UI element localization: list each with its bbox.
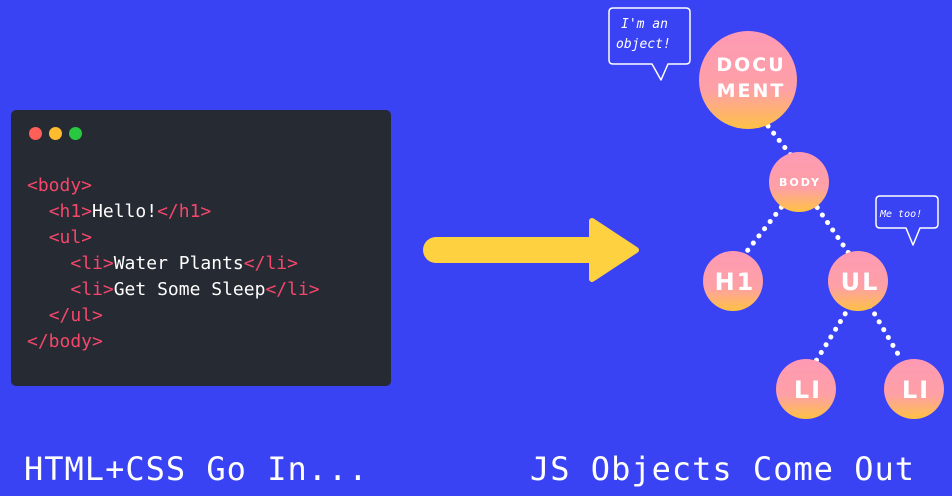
- speech-bubble-ul: Me too!: [875, 195, 939, 246]
- svg-text:object!: object!: [616, 37, 671, 52]
- node-h1: H1: [703, 251, 763, 311]
- caption-right: JS Objects Come Out: [530, 450, 916, 488]
- edge-ul-li-right: [867, 303, 905, 364]
- edge-body-ul: [809, 197, 853, 258]
- edge-document-body: [765, 123, 796, 161]
- right-arrow-icon: [423, 218, 639, 282]
- svg-text:H1: H1: [715, 268, 756, 296]
- svg-text:UL: UL: [841, 268, 880, 296]
- edge-ul-li-left: [813, 303, 853, 364]
- node-ul: UL: [828, 251, 888, 311]
- node-li-left: LI: [776, 359, 836, 419]
- node-document: DOCU MENT: [699, 31, 797, 129]
- svg-text:BODY: BODY: [779, 176, 821, 189]
- caption-left: HTML+CSS Go In...: [24, 450, 369, 488]
- svg-text:MENT: MENT: [717, 80, 786, 102]
- svg-text:LI: LI: [794, 376, 822, 404]
- svg-text:LI: LI: [902, 376, 930, 404]
- dom-tree-diagram: DOCU MENT BODY H1 UL LI LI I'm an object…: [423, 7, 944, 419]
- edge-body-h1: [741, 197, 790, 258]
- svg-text:Me too!: Me too!: [879, 209, 922, 220]
- svg-text:I'm an: I'm an: [621, 17, 668, 32]
- svg-text:DOCU: DOCU: [716, 54, 785, 76]
- node-li-right: LI: [884, 359, 944, 419]
- node-body: BODY: [769, 152, 829, 212]
- speech-bubble-document: I'm an object!: [608, 7, 691, 81]
